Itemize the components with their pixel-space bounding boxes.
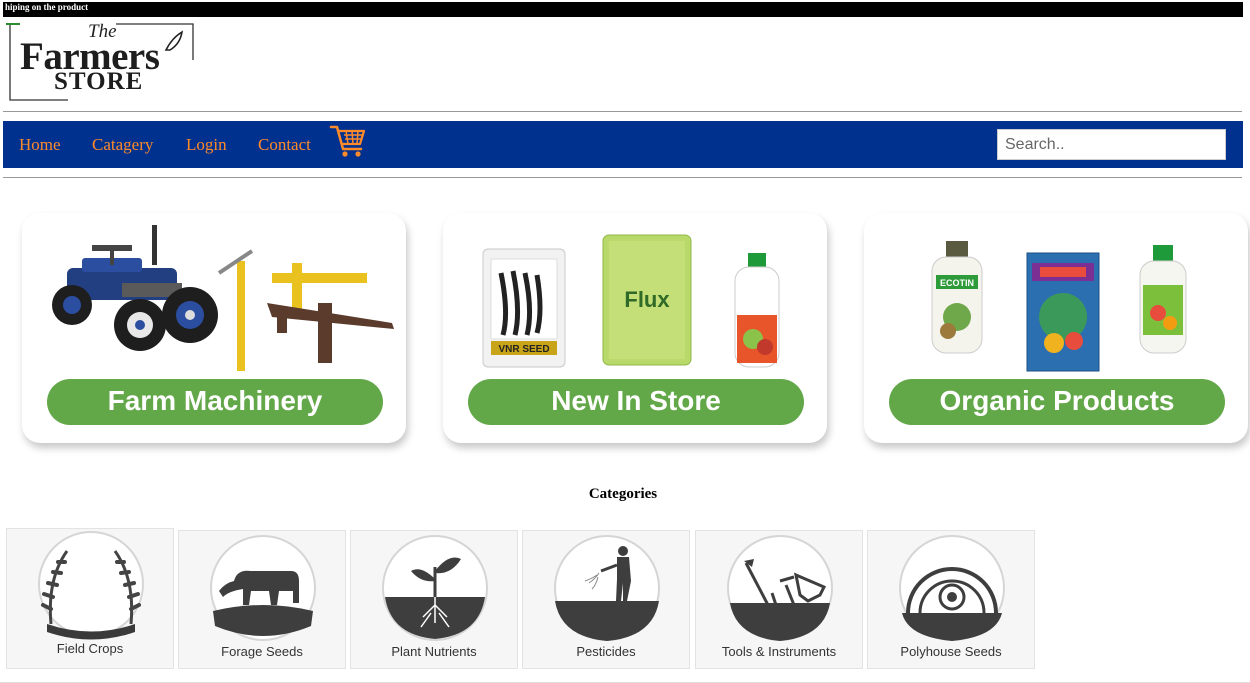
- category-plant-nutrients[interactable]: Plant Nutrients: [350, 530, 518, 669]
- promo-card-organic-products[interactable]: ECOTIN Organic Products: [864, 213, 1248, 443]
- category-field-crops[interactable]: Field Crops: [6, 528, 174, 669]
- leaf-icon: [164, 30, 184, 51]
- promo-card-new-in-store[interactable]: VNR SEED Flux New In Store: [443, 213, 827, 443]
- wheat-wreath-icon: [38, 531, 144, 640]
- top-banner: hiping on the product: [3, 2, 1243, 17]
- category-label-polyhouse-seeds: Polyhouse Seeds: [900, 644, 1002, 659]
- search-input[interactable]: [997, 129, 1226, 160]
- nav-home-link[interactable]: Home: [19, 135, 61, 155]
- top-banner-text: hiping on the product: [5, 2, 89, 12]
- category-forage-seeds[interactable]: Forage Seeds: [178, 530, 346, 669]
- promo-label-organic-products: Organic Products: [889, 379, 1225, 425]
- logo[interactable]: The Farmers STORE: [6, 20, 196, 102]
- category-label-field-crops: Field Crops: [56, 641, 124, 656]
- promo-label-new-in-store: New In Store: [468, 379, 804, 425]
- flux-bag-text: Flux: [624, 287, 670, 312]
- tools-icon: [727, 535, 833, 641]
- ecotin-text: ECOTIN: [940, 278, 974, 288]
- polyhouse-icon: [899, 535, 1005, 641]
- category-label-pesticides: Pesticides: [576, 644, 636, 659]
- category-polyhouse-seeds[interactable]: Polyhouse Seeds: [867, 530, 1035, 669]
- category-pesticides[interactable]: Pesticides: [522, 530, 690, 669]
- nav-contact-link[interactable]: Contact: [258, 135, 311, 155]
- logo-store: STORE: [54, 68, 144, 95]
- tractor-implements-image: [52, 225, 394, 371]
- category-tools-instruments[interactable]: Tools & Instruments: [695, 530, 863, 669]
- organic-products-image: ECOTIN: [931, 241, 1187, 372]
- divider-nav: [3, 177, 1242, 178]
- seed-pack-text: VNR SEED: [498, 344, 549, 355]
- farmer-spraying-icon: [554, 535, 660, 641]
- categories-heading: Categories: [588, 486, 658, 502]
- promo-label-farm-machinery: Farm Machinery: [47, 379, 383, 425]
- cow-icon: [210, 535, 316, 641]
- category-label-forage-seeds: Forage Seeds: [221, 644, 303, 659]
- category-label-tools-instruments: Tools & Instruments: [721, 644, 837, 659]
- nav-catagery-link[interactable]: Catagery: [92, 135, 153, 155]
- new-products-image: VNR SEED Flux: [482, 234, 780, 368]
- nav-login-link[interactable]: Login: [186, 135, 227, 155]
- category-label-plant-nutrients: Plant Nutrients: [391, 644, 477, 659]
- cart-icon[interactable]: [329, 123, 367, 159]
- promo-card-farm-machinery[interactable]: Farm Machinery: [22, 213, 406, 443]
- sprout-icon: [382, 535, 488, 641]
- divider-top: [3, 111, 1242, 112]
